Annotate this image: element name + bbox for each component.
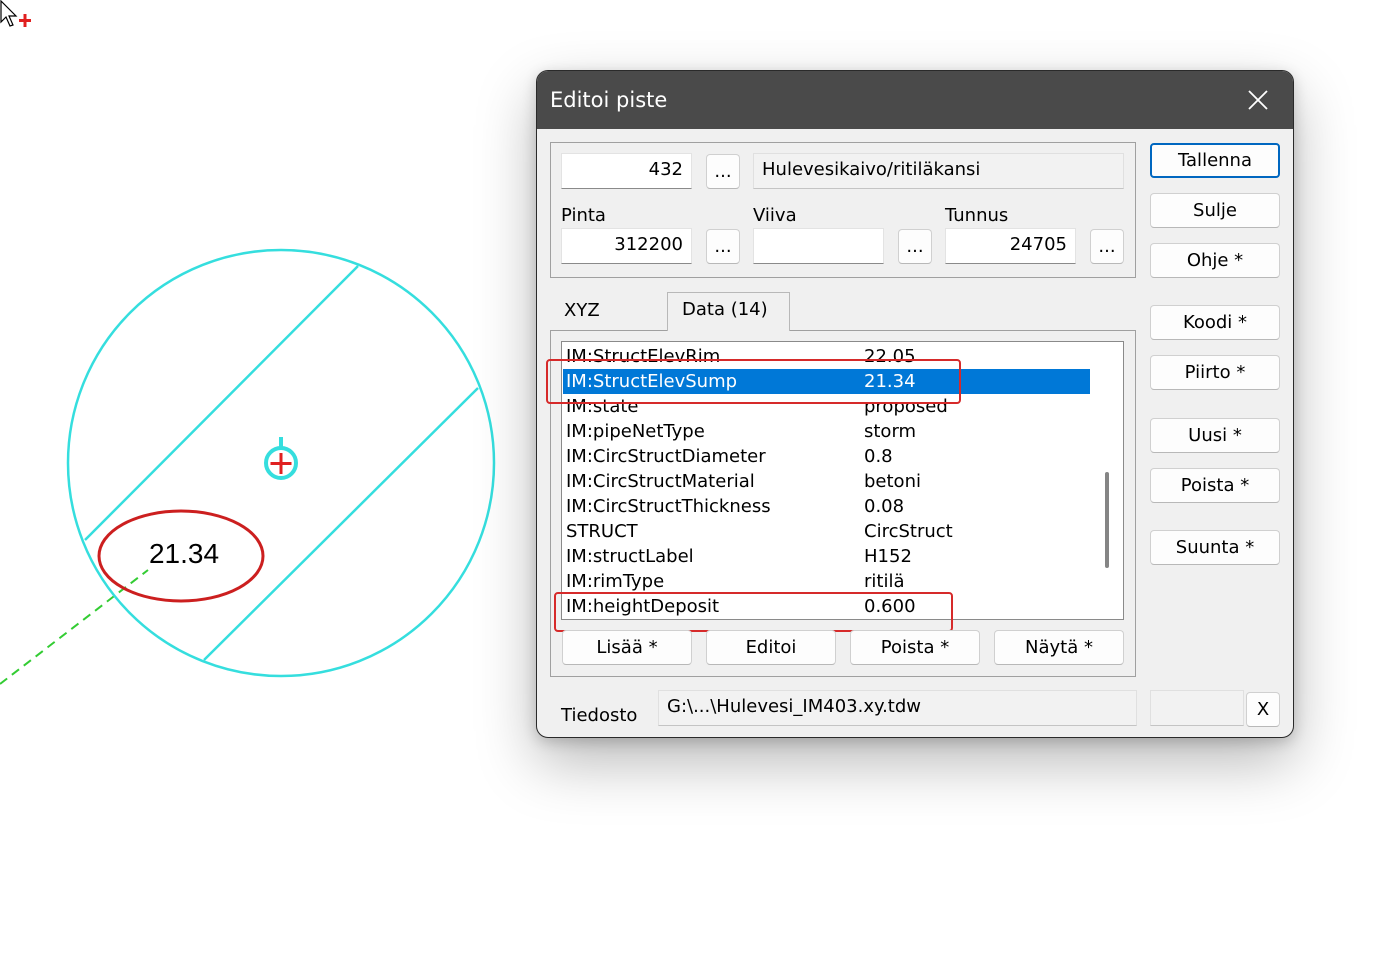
data-key: IM:pipeNetType [566, 421, 705, 442]
tunnus-field[interactable]: 24705 [945, 228, 1076, 264]
list-item[interactable]: STRUCT CircStruct [563, 519, 1090, 544]
data-list[interactable]: IM:StructElevRim 22.05 IM:StructElevSump… [561, 341, 1124, 620]
pipe-line[interactable] [0, 569, 149, 685]
list-item[interactable]: IM:CircStructThickness 0.08 [563, 494, 1090, 519]
point-number-field[interactable]: 432 [561, 153, 692, 189]
title-bar[interactable]: Editoi piste [537, 71, 1293, 129]
data-rows: IM:StructElevRim 22.05 IM:StructElevSump… [563, 342, 1090, 619]
tunnus-browse-button[interactable]: ... [1090, 229, 1124, 264]
cursor-icon [0, 0, 31, 27]
new-button[interactable]: Uusi * [1150, 418, 1280, 453]
elevation-label: 21.34 [149, 538, 219, 569]
data-value: 0.08 [864, 496, 905, 517]
data-value: betoni [864, 471, 921, 492]
help-button[interactable]: Ohje * [1150, 243, 1280, 278]
data-key: IM:heightDeposit [566, 596, 720, 617]
draw-button[interactable]: Piirto * [1150, 355, 1280, 390]
point-marker-icon[interactable] [264, 437, 298, 480]
pinta-field[interactable]: 312200 [561, 228, 692, 264]
remove-data-button[interactable]: Poista * [850, 630, 980, 665]
list-item[interactable]: IM:structLabel H152 [563, 544, 1090, 569]
pinta-label: Pinta [561, 205, 606, 226]
data-key: IM:StructElevRim [566, 346, 721, 367]
data-value: ritilä [864, 571, 905, 592]
data-value: 0.8 [864, 446, 893, 467]
data-key: IM:rimType [566, 571, 665, 592]
data-key: IM:CircStructThickness [566, 496, 771, 517]
code-button[interactable]: Koodi * [1150, 305, 1280, 340]
code-name-field[interactable]: Hulevesikaivo/ritiläkansi [753, 153, 1124, 189]
tunnus-label: Tunnus [945, 205, 1009, 226]
list-item[interactable]: IM:pipeNetType storm [563, 419, 1090, 444]
show-data-button[interactable]: Näytä * [994, 630, 1124, 665]
point-number-browse-button[interactable]: ... [706, 154, 740, 189]
clear-file-button[interactable]: X [1246, 692, 1280, 727]
pinta-browse-button[interactable]: ... [706, 229, 740, 264]
data-value: CircStruct [864, 521, 953, 542]
data-value: proposed [864, 396, 948, 417]
delete-button[interactable]: Poista * [1150, 468, 1280, 503]
viiva-label: Viiva [753, 205, 797, 226]
data-value: storm [864, 421, 917, 442]
scrollbar-thumb[interactable] [1105, 472, 1109, 568]
list-item[interactable]: IM:StructElevRim 22.05 [563, 344, 1090, 369]
data-value: 21.34 [864, 371, 916, 392]
data-key: IM:CircStructDiameter [566, 446, 766, 467]
data-value: 22.05 [864, 346, 916, 367]
file-label: Tiedosto [561, 705, 638, 726]
data-key: STRUCT [566, 521, 638, 542]
close-icon [1248, 90, 1268, 110]
direction-button[interactable]: Suunta * [1150, 530, 1280, 565]
save-button[interactable]: Tallenna [1150, 143, 1280, 178]
grate-line [203, 387, 479, 661]
viiva-browse-button[interactable]: ... [898, 229, 932, 264]
list-item-selected[interactable]: IM:StructElevSump 21.34 [563, 369, 1090, 394]
grate-line [84, 265, 359, 541]
data-key: IM:structLabel [566, 546, 694, 567]
list-item[interactable]: IM:heightDeposit 0.600 [563, 594, 1090, 619]
data-key: IM:StructElevSump [566, 371, 738, 392]
list-item[interactable]: IM:CircStructMaterial betoni [563, 469, 1090, 494]
viiva-field[interactable] [753, 228, 884, 264]
tab-xyz[interactable]: XYZ [552, 294, 664, 330]
dialog-title: Editoi piste [550, 88, 668, 112]
list-item[interactable]: IM:CircStructDiameter 0.8 [563, 444, 1090, 469]
close-dialog-button[interactable]: Sulje [1150, 193, 1280, 228]
add-data-button[interactable]: Lisää * [562, 630, 692, 665]
data-value: 0.600 [864, 596, 916, 617]
tab-data[interactable]: Data (14) [667, 292, 790, 331]
data-key: IM:CircStructMaterial [566, 471, 755, 492]
list-scrollbar[interactable] [1091, 342, 1123, 619]
data-value: H152 [864, 546, 912, 567]
close-button[interactable] [1223, 71, 1293, 129]
data-key: IM:state [566, 396, 639, 417]
edit-data-button[interactable]: Editoi [706, 630, 836, 665]
file-extra-field[interactable] [1150, 690, 1244, 726]
list-item[interactable]: IM:rimType ritilä [563, 569, 1090, 594]
list-item[interactable]: IM:state proposed [563, 394, 1090, 419]
file-path-field[interactable]: G:\...\Hulevesi_IM403.xy.tdw [658, 690, 1137, 726]
